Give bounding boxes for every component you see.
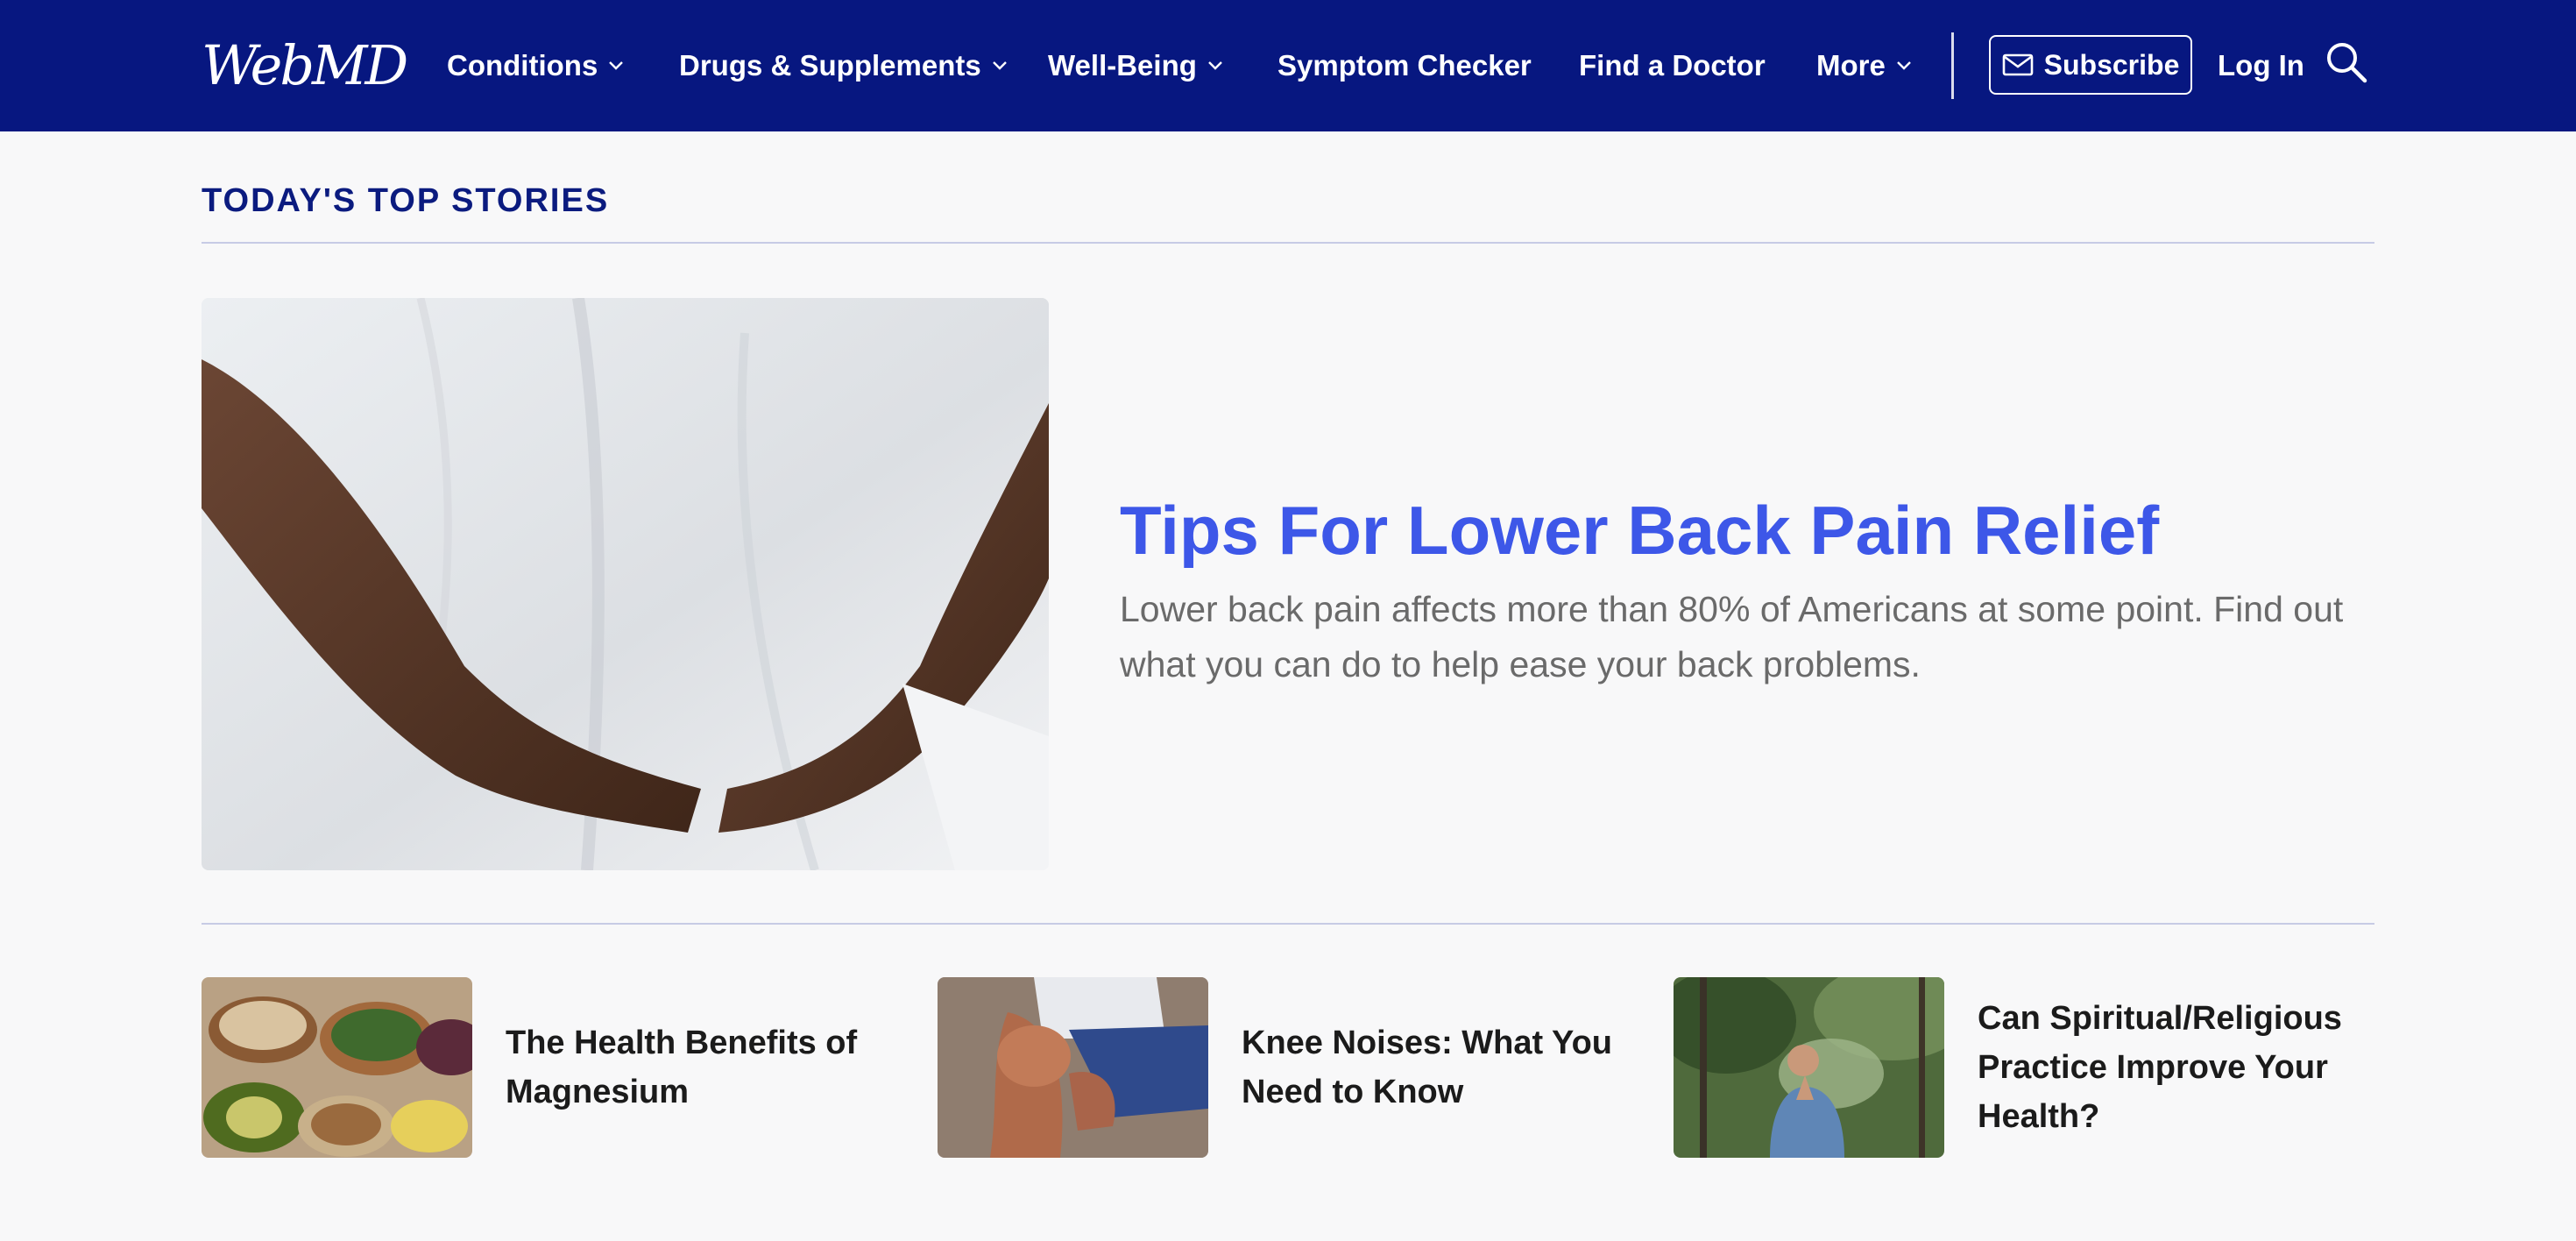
- nav-label: Symptom Checker: [1277, 49, 1532, 82]
- nav-label: More: [1816, 49, 1886, 82]
- nav-conditions[interactable]: Conditions: [447, 44, 627, 88]
- nav-label: Drugs & Supplements: [679, 49, 981, 82]
- login-label: Log In: [2218, 49, 2304, 82]
- chevron-down-icon: [988, 54, 1011, 77]
- mail-icon: [2002, 53, 2033, 76]
- story-card-magnesium[interactable]: The Health Benefits of Magnesium: [202, 977, 885, 1158]
- chevron-down-icon: [1204, 54, 1227, 77]
- site-header: WebMD Conditions Drugs & Supplements Wel…: [0, 0, 2576, 131]
- story-title[interactable]: Can Spiritual/Religious Practice Improve…: [1978, 994, 2363, 1141]
- story-title[interactable]: The Health Benefits of Magnesium: [506, 1018, 891, 1117]
- nav-find-a-doctor[interactable]: Find a Doctor: [1579, 44, 1766, 88]
- story-thumbnail[interactable]: [938, 977, 1208, 1158]
- nav-drugs-supplements[interactable]: Drugs & Supplements: [679, 44, 1011, 88]
- section-divider: [202, 242, 2374, 244]
- story-thumbnail[interactable]: [1674, 977, 1944, 1158]
- search-icon: [2327, 43, 2367, 83]
- webmd-logo[interactable]: WebMD: [202, 33, 408, 98]
- story-card-spiritual-practice[interactable]: Can Spiritual/Religious Practice Improve…: [1674, 977, 2374, 1158]
- nav-divider: [1951, 32, 1954, 99]
- subscribe-button[interactable]: Subscribe: [1989, 35, 2192, 95]
- nav-more[interactable]: More: [1816, 44, 1915, 88]
- nav-label: Well-Being: [1048, 49, 1197, 82]
- search-button[interactable]: [2322, 39, 2371, 88]
- nav-label: Find a Doctor: [1579, 49, 1766, 82]
- stories-divider: [202, 923, 2374, 925]
- hero-headline[interactable]: Tips For Lower Back Pain Relief: [1120, 489, 2364, 571]
- login-link[interactable]: Log In: [2218, 44, 2304, 88]
- nav-well-being[interactable]: Well-Being: [1048, 44, 1227, 88]
- section-title: TODAY'S TOP STORIES: [202, 182, 610, 219]
- hero-image[interactable]: [202, 298, 1049, 870]
- chevron-down-icon: [605, 54, 627, 77]
- hero-description: Lower back pain affects more than 80% of…: [1120, 589, 2344, 684]
- chevron-down-icon: [1893, 54, 1915, 77]
- story-thumbnail[interactable]: [202, 977, 472, 1158]
- story-card-knee-noises[interactable]: Knee Noises: What You Need to Know: [938, 977, 1621, 1158]
- nav-label: Conditions: [447, 49, 598, 82]
- nav-symptom-checker[interactable]: Symptom Checker: [1277, 44, 1532, 88]
- story-title[interactable]: Knee Noises: What You Need to Know: [1242, 1018, 1627, 1117]
- subscribe-label: Subscribe: [2043, 48, 2180, 81]
